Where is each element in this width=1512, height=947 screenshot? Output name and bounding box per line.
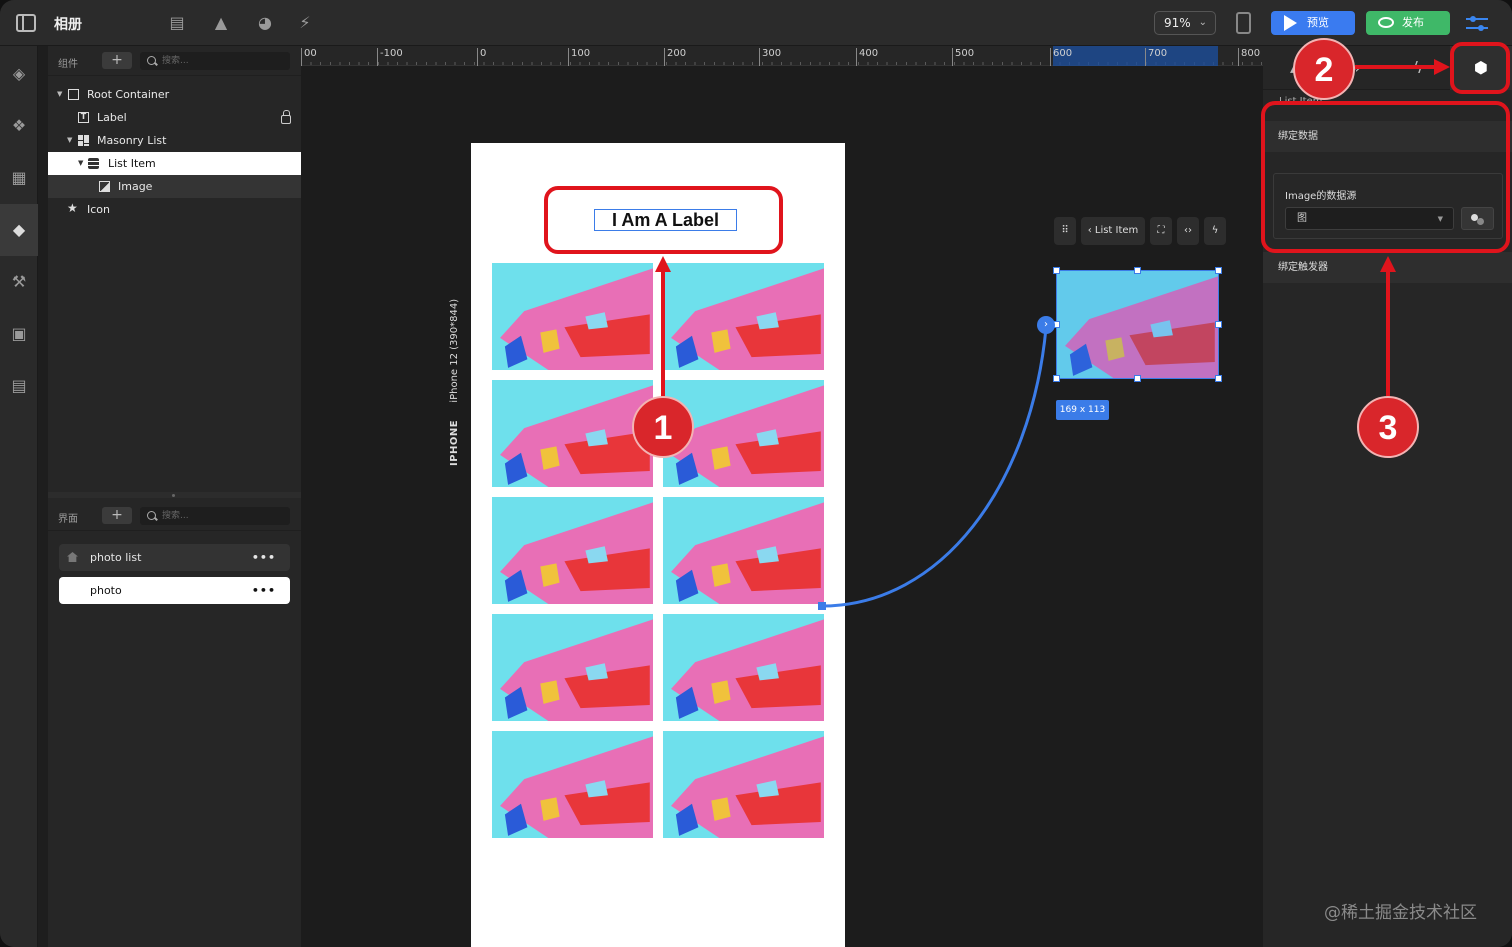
app-window: 相册 ▤ ▲ ◕ ⚡ 91% ⌄ 预览 发布 ◈ ❖ ▦ ◆ ⚒ ▣ ▤ 组件 … <box>0 0 1512 947</box>
annotation-badge-1: 1 <box>632 396 694 458</box>
annotation-badge-2: 2 <box>1293 38 1355 100</box>
annotation-badge-3: 3 <box>1357 396 1419 458</box>
annotation-arrows <box>655 59 1450 400</box>
watermark: @稀土掘金技术社区 <box>1324 903 1477 923</box>
